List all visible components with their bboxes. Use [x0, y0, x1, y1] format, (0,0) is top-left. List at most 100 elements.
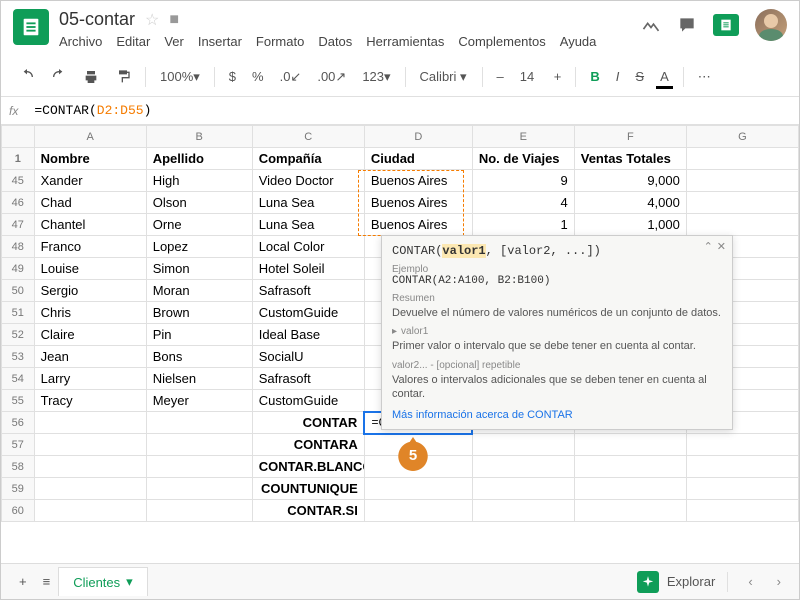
cell[interactable]: Luna Sea [252, 192, 364, 214]
cell[interactable]: 4,000 [574, 192, 686, 214]
cell[interactable]: CONTARA [252, 434, 364, 456]
row-header[interactable]: 45 [2, 170, 35, 192]
menu-editar[interactable]: Editar [116, 34, 150, 49]
cell[interactable] [364, 500, 472, 522]
star-icon[interactable]: ☆ [145, 10, 159, 30]
paint-format-button[interactable] [109, 65, 137, 89]
bold-button[interactable]: B [584, 65, 605, 88]
cell[interactable]: 1,000 [574, 214, 686, 236]
cell[interactable] [364, 478, 472, 500]
cell[interactable]: Moran [146, 280, 252, 302]
row-header[interactable]: 56 [2, 412, 35, 434]
col-header[interactable]: E [472, 126, 574, 148]
header-cell[interactable]: Ventas Totales [574, 148, 686, 170]
cell[interactable]: CustomGuide [252, 390, 364, 412]
dec-decrease-button[interactable]: .0↙ [274, 65, 308, 89]
explore-icon[interactable] [637, 571, 659, 593]
share-button[interactable] [713, 14, 739, 36]
cell[interactable]: Meyer [146, 390, 252, 412]
text-color-button[interactable]: A [654, 65, 675, 88]
cell[interactable]: Simon [146, 258, 252, 280]
row-header[interactable]: 48 [2, 236, 35, 258]
row-header[interactable]: 54 [2, 368, 35, 390]
cell[interactable]: Hotel Soleil [252, 258, 364, 280]
chevron-right-icon[interactable]: › [769, 570, 789, 593]
menu-datos[interactable]: Datos [318, 34, 352, 49]
cell[interactable]: 1 [472, 214, 574, 236]
menu-ayuda[interactable]: Ayuda [560, 34, 597, 49]
cell[interactable] [34, 434, 146, 456]
row-header[interactable]: 50 [2, 280, 35, 302]
cell[interactable]: Buenos Aires [364, 170, 472, 192]
menu-ver[interactable]: Ver [164, 34, 184, 49]
menu-formato[interactable]: Formato [256, 34, 304, 49]
cell[interactable]: CustomGuide [252, 302, 364, 324]
explore-button[interactable]: Explorar [667, 574, 715, 589]
cell[interactable] [574, 500, 686, 522]
row-header[interactable]: 49 [2, 258, 35, 280]
col-header[interactable]: G [686, 126, 798, 148]
cell[interactable]: Local Color [252, 236, 364, 258]
row-header[interactable]: 53 [2, 346, 35, 368]
cell[interactable] [574, 434, 686, 456]
cell[interactable]: Chris [34, 302, 146, 324]
cell[interactable]: Sergio [34, 280, 146, 302]
menu-archivo[interactable]: Archivo [59, 34, 102, 49]
cell[interactable]: Safrasoft [252, 280, 364, 302]
tooltip-close-icon[interactable]: ✕ [717, 240, 726, 253]
cell[interactable]: Xander [34, 170, 146, 192]
cell[interactable]: Video Doctor [252, 170, 364, 192]
row-header[interactable]: 58 [2, 456, 35, 478]
italic-button[interactable]: I [610, 65, 626, 88]
cell[interactable] [574, 456, 686, 478]
dec-increase-button[interactable]: .00↗ [311, 65, 352, 89]
chevron-left-icon[interactable]: ‹ [740, 570, 760, 593]
cell[interactable]: Bons [146, 346, 252, 368]
print-button[interactable] [77, 65, 105, 89]
col-header[interactable]: B [146, 126, 252, 148]
menu-insertar[interactable]: Insertar [198, 34, 242, 49]
activity-icon[interactable] [641, 15, 661, 35]
percent-button[interactable]: % [246, 65, 270, 88]
cell[interactable]: Olson [146, 192, 252, 214]
cell[interactable] [146, 456, 252, 478]
currency-button[interactable]: $ [223, 65, 242, 88]
undo-button[interactable] [13, 65, 41, 89]
cell[interactable]: Larry [34, 368, 146, 390]
cell[interactable]: Lopez [146, 236, 252, 258]
menu-herramientas[interactable]: Herramientas [366, 34, 444, 49]
cell[interactable] [34, 412, 146, 434]
header-cell[interactable]: Compañía [252, 148, 364, 170]
font-size-input[interactable]: 14 [514, 65, 544, 88]
cell[interactable] [146, 434, 252, 456]
tooltip-collapse-icon[interactable]: ⌃ [704, 240, 713, 253]
add-sheet-button[interactable]: + [11, 568, 35, 595]
col-header[interactable]: A [34, 126, 146, 148]
cell[interactable] [686, 478, 798, 500]
col-header[interactable]: F [574, 126, 686, 148]
number-format-select[interactable]: 123 ▾ [356, 65, 396, 89]
cell[interactable] [686, 214, 798, 236]
cell[interactable]: COUNTUNIQUE [252, 478, 364, 500]
font-select[interactable]: Calibri ▾ [414, 65, 474, 89]
avatar[interactable] [755, 9, 787, 41]
cell[interactable]: Claire [34, 324, 146, 346]
tooltip-more-link[interactable]: Más información acerca de CONTAR [392, 409, 722, 421]
menu-complementos[interactable]: Complementos [458, 34, 545, 49]
row-header[interactable]: 55 [2, 390, 35, 412]
cell[interactable]: CONTAR [252, 412, 364, 434]
cell[interactable] [472, 434, 574, 456]
zoom-select[interactable]: 100% ▾ [154, 65, 206, 89]
font-size-inc[interactable]: + [548, 65, 568, 88]
cell[interactable] [686, 192, 798, 214]
row-header[interactable]: 51 [2, 302, 35, 324]
cell[interactable] [146, 478, 252, 500]
row-header[interactable]: 57 [2, 434, 35, 456]
cell[interactable] [34, 456, 146, 478]
row-header[interactable]: 59 [2, 478, 35, 500]
col-header[interactable]: C [252, 126, 364, 148]
cell[interactable]: Franco [34, 236, 146, 258]
cell[interactable]: Chantel [34, 214, 146, 236]
cell[interactable]: Buenos Aires [364, 192, 472, 214]
cell[interactable] [686, 434, 798, 456]
